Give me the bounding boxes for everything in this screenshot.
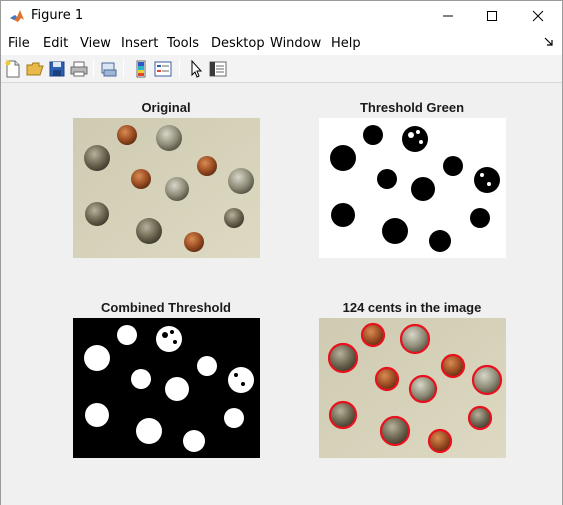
menu-file[interactable]: File [8, 36, 30, 51]
print-preview-icon[interactable] [99, 59, 119, 79]
axes-title-combined-threshold: Combined Threshold [101, 300, 231, 315]
new-figure-icon[interactable] [3, 59, 23, 79]
menu-help[interactable]: Help [331, 36, 361, 51]
print-icon[interactable] [69, 59, 89, 79]
figure-window: Figure 1 File Edit View Insert Tools Des… [0, 0, 563, 505]
combined-threshold-mask [73, 318, 260, 458]
window-title: Figure 1 [31, 8, 84, 23]
axes-title-original: Original [141, 100, 191, 115]
minimize-icon [443, 15, 453, 17]
menu-insert[interactable]: Insert [121, 36, 158, 51]
menu-edit[interactable]: Edit [43, 36, 68, 51]
axes-original-image[interactable] [73, 118, 260, 258]
threshold-green-mask [319, 118, 506, 258]
menu-bar: File Edit View Insert Tools Desktop Wind… [1, 31, 562, 55]
figure-toolbar [1, 55, 562, 83]
colorbar-icon[interactable] [131, 59, 151, 79]
axes-combined-threshold-image[interactable] [73, 318, 260, 458]
coins-photo [73, 118, 260, 258]
minimize-button[interactable] [425, 1, 471, 31]
menu-desktop[interactable]: Desktop [211, 36, 265, 51]
save-icon[interactable] [47, 59, 67, 79]
axes-title-threshold-green: Threshold Green [359, 100, 465, 115]
title-bar[interactable]: Figure 1 [1, 1, 562, 31]
dock-arrow-icon[interactable] [544, 37, 554, 47]
axes-title-cents-count: 124 cents in the image [342, 300, 482, 315]
axes-threshold-green-image[interactable] [319, 118, 506, 258]
menu-view[interactable]: View [80, 36, 111, 51]
coins-detected [319, 318, 506, 458]
axes-detected-coins-image[interactable] [319, 318, 506, 458]
close-button[interactable] [515, 1, 561, 31]
maximize-icon [487, 11, 497, 21]
close-icon [532, 10, 544, 22]
figure-canvas: Original Threshold Green Combined Thresh… [1, 84, 562, 505]
menu-window[interactable]: Window [270, 36, 321, 51]
legend-icon[interactable] [153, 59, 173, 79]
menu-tools[interactable]: Tools [167, 36, 199, 51]
property-inspector-icon[interactable] [208, 59, 228, 79]
toolbar-separator [93, 60, 94, 78]
pointer-icon[interactable] [186, 59, 206, 79]
toolbar-separator [179, 60, 180, 78]
maximize-button[interactable] [469, 1, 515, 31]
open-file-icon[interactable] [25, 59, 45, 79]
matlab-icon [10, 10, 24, 22]
toolbar-separator [123, 60, 124, 78]
